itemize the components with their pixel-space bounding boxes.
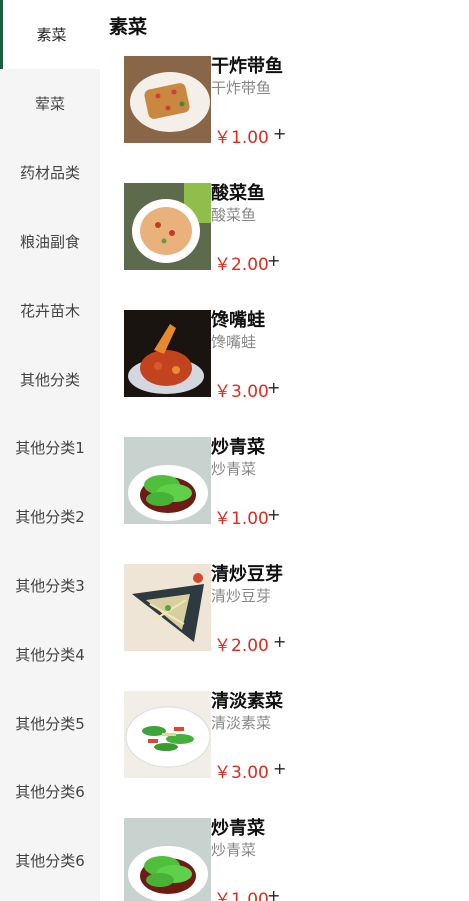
category-item-other-6b[interactable]: 其他分类6 — [0, 826, 100, 895]
category-item-other-2[interactable]: 其他分类2 — [0, 482, 100, 551]
pickled-fish-photo — [124, 183, 211, 270]
product-price: ￥3.00 — [214, 382, 269, 402]
category-label: 其他分类4 — [15, 646, 85, 664]
add-to-cart-button[interactable]: + — [273, 124, 286, 143]
fried-hairtail-photo — [124, 56, 211, 143]
add-to-cart-button[interactable]: + — [267, 505, 280, 524]
product-name: 酸菜鱼 — [211, 183, 265, 204]
category-item-other-3[interactable]: 其他分类3 — [0, 551, 100, 620]
bean-sprouts-photo — [124, 564, 211, 651]
product-item[interactable]: 清炒豆芽 清炒豆芽 ￥2.00 + — [124, 564, 464, 664]
category-label: 荤菜 — [34, 95, 65, 113]
category-item-other-6[interactable]: 其他分类6 — [0, 757, 100, 826]
category-item-other-4[interactable]: 其他分类4 — [0, 620, 100, 689]
category-sidebar: 素菜 荤菜 药材品类 粮油副食 花卉苗木 其他分类 其他分类1 其他分类2 其他… — [0, 0, 100, 901]
category-item-other[interactable]: 其他分类 — [0, 345, 100, 414]
category-item-other-1[interactable]: 其他分类1 — [0, 413, 100, 482]
category-label: 其他分类5 — [15, 715, 85, 733]
product-description: 馋嘴蛙 — [211, 333, 257, 351]
category-label: 素菜 — [36, 26, 67, 44]
product-name: 馋嘴蛙 — [211, 310, 265, 331]
product-description: 炒青菜 — [211, 841, 257, 859]
category-item-herbs[interactable]: 药材品类 — [0, 138, 100, 207]
add-to-cart-button[interactable]: + — [267, 378, 280, 397]
category-label: 粮油副食 — [19, 233, 80, 251]
category-label: 其他分类6 — [15, 783, 85, 801]
product-description: 清淡素菜 — [211, 714, 272, 732]
product-price: ￥2.00 — [214, 255, 269, 275]
category-label: 其他分类 — [19, 371, 80, 389]
product-name: 炒青菜 — [211, 437, 265, 458]
category-item-grain-oil[interactable]: 粮油副食 — [0, 207, 100, 276]
product-name: 清炒豆芽 — [211, 564, 283, 585]
product-price: ￥2.00 — [214, 636, 269, 656]
product-name: 炒青菜 — [211, 818, 265, 839]
product-item[interactable]: 酸菜鱼 酸菜鱼 ￥2.00 + — [124, 183, 464, 283]
category-label: 花卉苗木 — [19, 302, 80, 320]
add-to-cart-button[interactable]: + — [267, 251, 280, 270]
add-to-cart-button[interactable]: + — [273, 632, 286, 651]
category-item-meat[interactable]: 荤菜 — [0, 69, 100, 138]
product-price: ￥1.00 — [214, 128, 269, 148]
stir-fried-greens-photo — [124, 818, 211, 901]
product-name: 清淡素菜 — [211, 691, 283, 712]
section-title: 素菜 — [109, 16, 148, 38]
product-description: 炒青菜 — [211, 460, 257, 478]
product-item[interactable]: 炒青菜 炒青菜 ￥1.00 + — [124, 818, 464, 901]
product-item[interactable]: 干炸带鱼 干炸带鱼 ￥1.00 + — [124, 56, 464, 156]
light-vegetable-photo — [124, 691, 211, 778]
spicy-frog-photo — [124, 310, 211, 397]
category-label: 其他分类6 — [15, 852, 85, 870]
category-label: 其他分类1 — [15, 439, 85, 457]
category-item-vegetarian[interactable]: 素菜 — [0, 0, 100, 69]
product-description: 干炸带鱼 — [211, 79, 272, 97]
category-label: 药材品类 — [19, 164, 80, 182]
product-item[interactable]: 馋嘴蛙 馋嘴蛙 ￥3.00 + — [124, 310, 464, 410]
category-item-flowers[interactable]: 花卉苗木 — [0, 276, 100, 345]
stir-fried-greens-photo — [124, 437, 211, 524]
product-price: ￥1.00 — [214, 509, 269, 529]
category-label: 其他分类2 — [15, 508, 85, 526]
add-to-cart-button[interactable]: + — [273, 759, 286, 778]
add-to-cart-button[interactable]: + — [267, 886, 280, 901]
product-price: ￥1.00 — [214, 890, 269, 901]
product-description: 酸菜鱼 — [211, 206, 257, 224]
category-item-other-5[interactable]: 其他分类5 — [0, 689, 100, 758]
product-item[interactable]: 清淡素菜 清淡素菜 ￥3.00 + — [124, 691, 464, 791]
product-price: ￥3.00 — [214, 763, 269, 783]
product-item[interactable]: 炒青菜 炒青菜 ￥1.00 + — [124, 437, 464, 537]
category-label: 其他分类3 — [15, 577, 85, 595]
product-name: 干炸带鱼 — [211, 56, 283, 77]
product-description: 清炒豆芽 — [211, 587, 272, 605]
